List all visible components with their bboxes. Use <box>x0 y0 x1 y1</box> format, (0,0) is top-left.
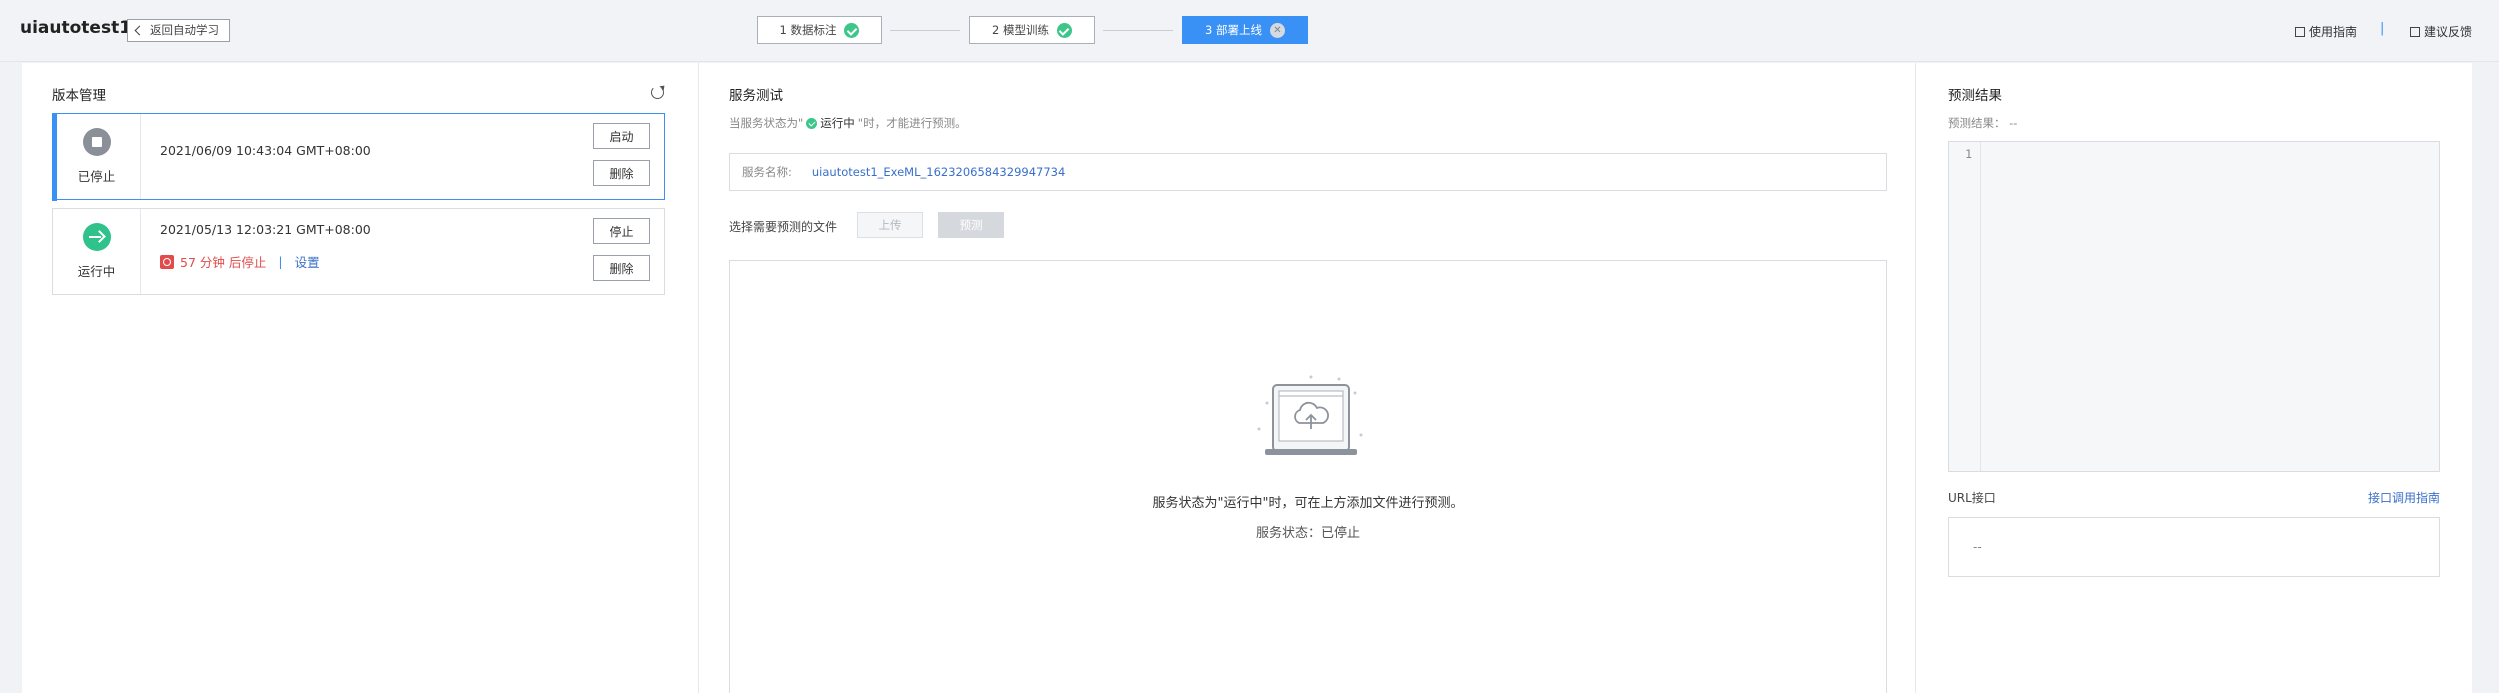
version-card[interactable]: 已停止 2021/06/09 10:43:04 GMT+08:00 启动 删除 <box>51 112 665 201</box>
step-label: 3 部署上线 <box>1205 23 1262 37</box>
delete-button[interactable]: 删除 <box>593 255 650 281</box>
start-button[interactable]: 启动 <box>593 123 650 149</box>
check-circle-icon <box>1056 22 1072 38</box>
clock-icon <box>160 254 174 269</box>
back-button[interactable]: 返回自动学习 <box>127 19 230 42</box>
step-label: 1 数据标注 <box>779 23 837 37</box>
column-divider <box>1915 63 1916 693</box>
service-status-text: 服务状态：已停止 <box>1255 526 1360 541</box>
main-panel: 版本管理 已停止 2021/06/09 10:43:04 GMT+08:00 启… <box>22 63 2472 693</box>
countdown-setting-link[interactable]: 设置 <box>295 252 320 271</box>
service-name-field: 服务名称: uiautotest1_ExeML_1623206584329947… <box>729 153 1887 191</box>
refresh-icon[interactable] <box>651 86 664 99</box>
version-status: 已停止 <box>53 114 141 199</box>
step-data-labeling[interactable]: 1 数据标注 <box>757 16 882 44</box>
edit-icon <box>2410 26 2420 37</box>
step-connector <box>890 30 960 31</box>
back-button-label: 返回自动学习 <box>150 23 219 37</box>
file-drop-zone[interactable]: 服务状态为"运行中"时，可在上方添加文件进行预测。 服务状态：已停止 <box>729 260 1887 693</box>
column-divider <box>698 63 699 693</box>
upload-button[interactable]: 上传 <box>857 212 923 238</box>
chevron-left-icon <box>134 25 145 36</box>
version-status: 运行中 <box>53 209 141 294</box>
countdown-separator: | <box>278 254 283 269</box>
step-label: 2 模型训练 <box>992 23 1049 37</box>
url-interface-field: -- <box>1948 517 2440 577</box>
hint-status: 运行中 <box>820 116 855 130</box>
empty-state-message: 服务状态为"运行中"时，可在上方添加文件进行预测。 <box>1152 496 1464 511</box>
check-circle-icon <box>806 117 818 129</box>
usage-guide-label: 使用指南 <box>2309 25 2358 39</box>
hint-prefix: 当服务状态为" <box>729 116 804 130</box>
delete-button[interactable]: 删除 <box>593 160 650 186</box>
predict-button[interactable]: 预测 <box>938 212 1004 238</box>
step-deploy[interactable]: 3 部署上线 ✕ <box>1182 16 1308 44</box>
api-guide-link[interactable]: 接口调用指南 <box>2368 489 2440 506</box>
service-test-title: 服务测试 <box>729 88 783 104</box>
file-select-label: 选择需要预测的文件 <box>729 220 838 234</box>
editor-gutter: 1 <box>1949 142 1981 471</box>
laptop-cloud-upload-icon <box>1257 375 1363 455</box>
service-hint: 当服务状态为" 运行中 "时，才能进行预测。 <box>729 115 967 131</box>
usage-guide-link[interactable]: 使用指南 <box>2295 23 2357 40</box>
edit-icon <box>2295 26 2305 37</box>
step-model-training[interactable]: 2 模型训练 <box>969 16 1095 44</box>
line-number: 1 <box>1965 147 1972 161</box>
result-code-editor[interactable]: 1 <box>1948 141 2440 472</box>
stop-circle-icon <box>82 128 111 156</box>
hint-suffix: "时，才能进行预测。 <box>857 116 967 130</box>
version-status-label: 已停止 <box>77 169 116 184</box>
prediction-result-title: 预测结果 <box>1948 88 2002 104</box>
close-circle-icon: ✕ <box>1269 22 1285 38</box>
check-circle-icon <box>844 22 860 38</box>
header-separator: | <box>2380 21 2385 36</box>
step-connector <box>1103 30 1173 31</box>
service-name-label: 服务名称: <box>742 165 792 179</box>
service-name-value: uiautotest1_ExeML_1623206584329947734 <box>811 165 1066 179</box>
version-status-label: 运行中 <box>77 264 116 279</box>
version-card[interactable]: 运行中 2021/05/13 12:03:21 GMT+08:00 57 分钟 … <box>52 208 665 295</box>
url-interface-label: URL接口 <box>1948 491 1996 505</box>
top-bar: uiautotest1 返回自动学习 1 数据标注 2 模型训练 3 部署上线 … <box>0 0 2499 62</box>
feedback-label: 建议反馈 <box>2424 25 2473 39</box>
version-time: 2021/05/13 12:03:21 GMT+08:00 <box>160 222 371 237</box>
version-management-title: 版本管理 <box>52 88 106 104</box>
countdown-text: 57 分钟 后停止 <box>180 255 267 270</box>
version-time: 2021/06/09 10:43:04 GMT+08:00 <box>160 143 371 158</box>
stop-button[interactable]: 停止 <box>593 218 650 244</box>
feedback-link[interactable]: 建议反馈 <box>2410 23 2472 40</box>
app-title: uiautotest1 <box>20 18 132 38</box>
countdown: 57 分钟 后停止 | 设置 <box>160 252 320 271</box>
prediction-result-label: 预测结果： -- <box>1948 116 2018 130</box>
arrow-right-circle-icon <box>82 223 111 251</box>
